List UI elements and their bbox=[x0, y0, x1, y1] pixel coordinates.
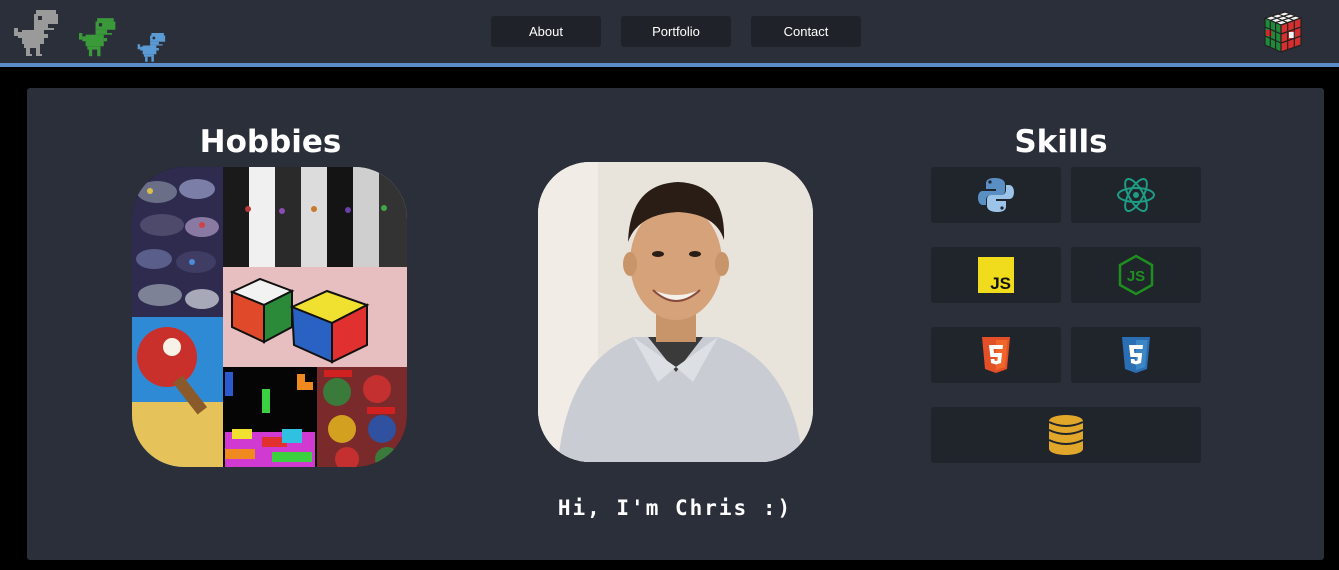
svg-text:JS: JS bbox=[1127, 268, 1145, 285]
skill-tile-python[interactable] bbox=[931, 167, 1061, 223]
nodejs-icon: JS bbox=[1118, 254, 1154, 296]
rubiks-cubes-image bbox=[223, 267, 407, 367]
greeting-text: Hi, I'm Chris :) bbox=[557, 496, 793, 520]
gray-dino-icon[interactable] bbox=[14, 10, 60, 58]
skill-tile-react[interactable] bbox=[1071, 167, 1201, 223]
blue-dino-icon[interactable] bbox=[137, 33, 167, 63]
skill-tile-database[interactable] bbox=[931, 407, 1201, 463]
ping-pong-image bbox=[132, 317, 223, 467]
nav-about-button[interactable]: About bbox=[491, 16, 601, 47]
marvel-logos-image bbox=[317, 367, 407, 467]
profile-photo bbox=[538, 162, 813, 462]
react-icon bbox=[1117, 178, 1155, 212]
html5-icon bbox=[982, 337, 1010, 373]
anime-characters-image bbox=[223, 167, 407, 267]
nav-portfolio-button[interactable]: Portfolio bbox=[621, 16, 731, 47]
nav-contact-button[interactable]: Contact bbox=[751, 16, 861, 47]
hobbies-heading: Hobbies bbox=[199, 124, 342, 160]
green-dino-icon[interactable] bbox=[79, 18, 117, 58]
database-icon bbox=[1048, 415, 1084, 455]
svg-text:JS: JS bbox=[990, 274, 1011, 293]
skill-tile-html5[interactable] bbox=[931, 327, 1061, 383]
rubiks-cube-icon[interactable] bbox=[1259, 8, 1307, 56]
main-nav: About Portfolio Contact bbox=[491, 16, 861, 47]
tetris-image bbox=[223, 367, 317, 467]
css3-icon bbox=[1122, 337, 1150, 373]
python-icon bbox=[978, 178, 1014, 212]
skill-tile-css3[interactable] bbox=[1071, 327, 1201, 383]
skill-tile-nodejs[interactable]: JS bbox=[1071, 247, 1201, 303]
top-nav-bar: About Portfolio Contact bbox=[0, 0, 1339, 63]
skills-heading: Skills bbox=[1014, 124, 1108, 160]
main-panel: Hobbies Hi, I'm Chris:) Skills JS JS bbox=[27, 88, 1324, 560]
javascript-icon: JS bbox=[978, 257, 1014, 293]
game-controllers-image bbox=[132, 167, 223, 317]
hobbies-collage bbox=[132, 167, 407, 467]
skill-tile-javascript[interactable]: JS bbox=[931, 247, 1061, 303]
header-divider bbox=[0, 63, 1339, 67]
